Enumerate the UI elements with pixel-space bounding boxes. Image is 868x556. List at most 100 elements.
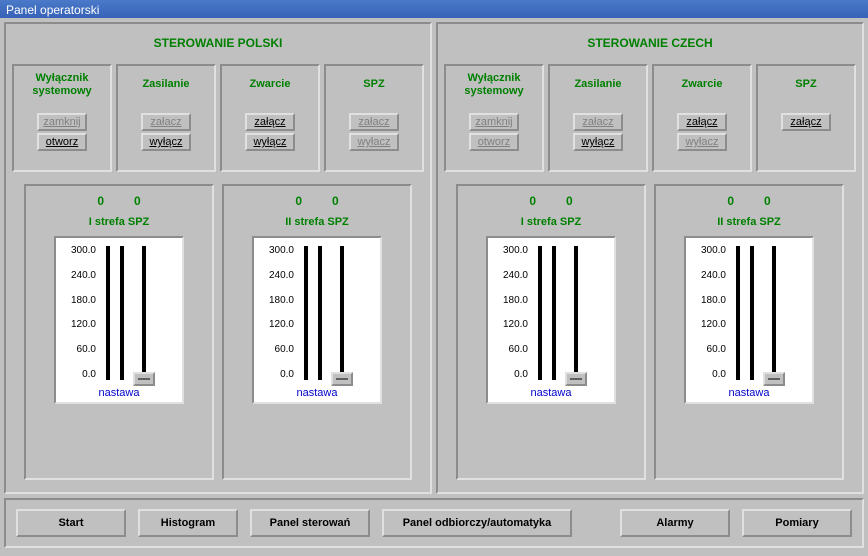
slider-thumb[interactable] — [133, 372, 155, 386]
wylacz-button-cz-zasilanie[interactable]: wyłącz — [573, 133, 623, 151]
zone-values: 0 0 — [97, 194, 140, 208]
scale-tick: 240.0 — [269, 271, 294, 281]
panel-title-czech: STEROWANIE CZECH — [442, 28, 858, 64]
zone-1-cz: 0 0 I strefa SPZ 300.0 240.0 180.0 120.0… — [456, 184, 646, 480]
group-title: SPZ — [795, 72, 816, 98]
zalacz-button-cz-zwarcie[interactable]: załącz — [677, 113, 727, 131]
gauge-bars — [98, 238, 182, 402]
group-zwarcie-pl: Zwarcie załącz wyłącz — [220, 64, 320, 172]
zone-val-1: 0 — [727, 194, 734, 208]
slider[interactable] — [134, 246, 154, 380]
zone-2-cz: 0 0 II strefa SPZ 300.0 240.0 180.0 120.… — [654, 184, 844, 480]
zone-val-2: 0 — [134, 194, 141, 208]
group-title: Zasilanie — [142, 72, 189, 98]
scale-tick: 180.0 — [71, 296, 96, 306]
slider[interactable] — [566, 246, 586, 380]
scale-tick: 0.0 — [712, 370, 726, 380]
group-zasilanie-cz: Zasilanie załacz wyłącz — [548, 64, 648, 172]
scale-tick: 120.0 — [269, 320, 294, 330]
gauge-1-pl: 300.0 240.0 180.0 120.0 60.0 0.0 — [54, 236, 184, 404]
gauge-bars — [296, 238, 380, 402]
zamknij-button-cz[interactable]: zamknij — [469, 113, 519, 131]
zalacz-button-pl-spz[interactable]: załacz — [349, 113, 399, 131]
scale-tick: 120.0 — [503, 320, 528, 330]
window-title: Panel operatorski — [6, 3, 99, 17]
slider[interactable] — [332, 246, 352, 380]
zone-title: I strefa SPZ — [89, 216, 150, 228]
level-bar — [552, 246, 556, 380]
zone-1-pl: 0 0 I strefa SPZ 300.0 240.0 180.0 120.0… — [24, 184, 214, 480]
group-spz-cz: SPZ załącz — [756, 64, 856, 172]
zone-title: II strefa SPZ — [717, 216, 781, 228]
group-zwarcie-cz: Zwarcie załącz wyłacz — [652, 64, 752, 172]
scale-tick: 0.0 — [514, 370, 528, 380]
otworz-button-pl[interactable]: otworz — [37, 133, 87, 151]
panel-odbiorczy-button[interactable]: Panel odbiorczy/automatyka — [382, 509, 572, 537]
wylacz-button-pl-zwarcie[interactable]: wyłącz — [245, 133, 295, 151]
zone-row-pl: 0 0 I strefa SPZ 300.0 240.0 180.0 120.0… — [10, 172, 426, 488]
gauge-label: nastawa — [56, 387, 182, 399]
zone-2-pl: 0 0 II strefa SPZ 300.0 240.0 180.0 120.… — [222, 184, 412, 480]
zone-title: II strefa SPZ — [285, 216, 349, 228]
zalacz-button-pl-zasilanie[interactable]: załacz — [141, 113, 191, 131]
scale-tick: 60.0 — [275, 345, 294, 355]
control-row-czech: Wyłącznik systemowy zamknij otworz Zasil… — [442, 64, 858, 172]
slider-line — [142, 246, 146, 380]
scale-tick: 180.0 — [701, 296, 726, 306]
level-bar — [750, 246, 754, 380]
level-bar — [736, 246, 740, 380]
scale-tick: 120.0 — [71, 320, 96, 330]
gauge-bars — [728, 238, 812, 402]
zone-values: 0 0 — [727, 194, 770, 208]
group-wylacznik-cz: Wyłącznik systemowy zamknij otworz — [444, 64, 544, 172]
zalacz-button-cz-zasilanie[interactable]: załacz — [573, 113, 623, 131]
group-title: Wyłącznik systemowy — [450, 72, 538, 98]
otworz-button-cz[interactable]: otworz — [469, 133, 519, 151]
zalacz-button-pl-zwarcie[interactable]: załącz — [245, 113, 295, 131]
alarmy-button[interactable]: Alarmy — [620, 509, 730, 537]
scale-tick: 60.0 — [509, 345, 528, 355]
slider-line — [772, 246, 776, 380]
histogram-button[interactable]: Histogram — [138, 509, 238, 537]
slider-thumb[interactable] — [331, 372, 353, 386]
scale-tick: 300.0 — [503, 246, 528, 256]
gauge-scale: 300.0 240.0 180.0 120.0 60.0 0.0 — [254, 238, 296, 402]
panel-title-polski: STEROWANIE POLSKI — [10, 28, 426, 64]
zamknij-button-pl[interactable]: zamknij — [37, 113, 87, 131]
group-spz-pl: SPZ załacz wyłacz — [324, 64, 424, 172]
scale-tick: 240.0 — [71, 271, 96, 281]
gauge-scale: 300.0 240.0 180.0 120.0 60.0 0.0 — [56, 238, 98, 402]
scale-tick: 60.0 — [707, 345, 726, 355]
control-row-polski: Wyłącznik systemowy zamknij otworz Zasil… — [10, 64, 426, 172]
slider[interactable] — [764, 246, 784, 380]
panel-czech: STEROWANIE CZECH Wyłącznik systemowy zam… — [436, 22, 864, 494]
panel-sterowan-button[interactable]: Panel sterowań — [250, 509, 370, 537]
zalacz-button-cz-spz[interactable]: załącz — [781, 113, 831, 131]
group-wylacznik-pl: Wyłącznik systemowy zamknij otworz — [12, 64, 112, 172]
scale-tick: 300.0 — [701, 246, 726, 256]
scale-tick: 120.0 — [701, 320, 726, 330]
wylacz-button-cz-zwarcie[interactable]: wyłacz — [677, 133, 727, 151]
scale-tick: 180.0 — [503, 296, 528, 306]
start-button[interactable]: Start — [16, 509, 126, 537]
zone-val-2: 0 — [332, 194, 339, 208]
pomiary-button[interactable]: Pomiary — [742, 509, 852, 537]
zone-val-2: 0 — [566, 194, 573, 208]
level-bar — [120, 246, 124, 380]
slider-thumb[interactable] — [763, 372, 785, 386]
wylacz-button-pl-zasilanie[interactable]: wyłącz — [141, 133, 191, 151]
zone-val-1: 0 — [97, 194, 104, 208]
zone-values: 0 0 — [295, 194, 338, 208]
level-bar — [304, 246, 308, 380]
gauge-bars — [530, 238, 614, 402]
level-bar — [538, 246, 542, 380]
zone-title: I strefa SPZ — [521, 216, 582, 228]
level-bar — [106, 246, 110, 380]
gauge-label: nastawa — [254, 387, 380, 399]
gauge-scale: 300.0 240.0 180.0 120.0 60.0 0.0 — [488, 238, 530, 402]
zone-values: 0 0 — [529, 194, 572, 208]
scale-tick: 0.0 — [280, 370, 294, 380]
wylacz-button-pl-spz[interactable]: wyłacz — [349, 133, 399, 151]
slider-thumb[interactable] — [565, 372, 587, 386]
gauge-1-cz: 300.0 240.0 180.0 120.0 60.0 0.0 — [486, 236, 616, 404]
